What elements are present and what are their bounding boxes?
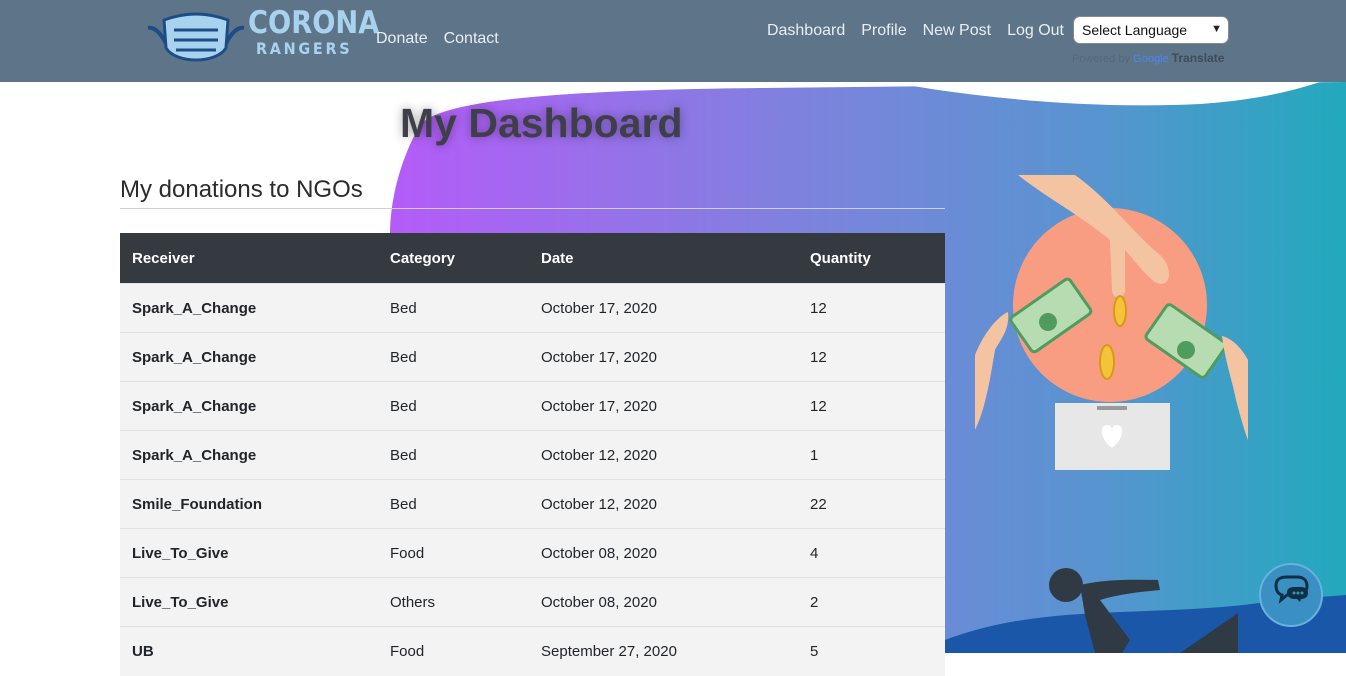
page-title: My Dashboard [400,100,683,146]
donations-table: Receiver Category Date Quantity Spark_A_… [120,233,945,676]
table-row: Spark_A_Change Bed October 17, 2020 12 [120,283,945,333]
cell-date: October 08, 2020 [541,593,657,611]
top-navbar: CORONA RANGERS Donate Contact Dashboard … [0,0,1346,82]
nav-right-links: Dashboard Profile New Post Log Out [767,22,1064,40]
cell-date: October 08, 2020 [541,544,657,562]
table-row: Smile_Foundation Bed October 12, 2020 22 [120,479,945,529]
cell-category: Food [390,642,425,660]
cell-date: October 17, 2020 [541,348,657,366]
nav-link-new-post[interactable]: New Post [923,22,991,40]
chat-bubbles-icon [1274,575,1309,604]
cell-quantity: 5 [810,642,819,660]
table-row: Live_To_Give Others October 08, 2020 2 [120,577,945,627]
column-header-receiver: Receiver [132,249,195,267]
cell-date: October 17, 2020 [541,299,657,317]
cell-date: October 12, 2020 [541,446,657,464]
cell-date: October 17, 2020 [541,397,657,415]
language-select-value: Select Language [1082,22,1188,38]
translate-text: Translate [1171,51,1225,65]
section-title: My donations to NGOs [120,176,363,203]
cell-quantity: 12 [810,348,827,366]
powered-by-text: Powered by [1072,53,1131,65]
brand-line-2: RANGERS [256,39,353,58]
nav-link-log-out[interactable]: Log Out [1007,22,1064,40]
cell-receiver: Smile_Foundation [132,495,263,513]
cell-quantity: 1 [810,446,819,464]
google-logo[interactable]: Google [1133,53,1168,65]
cell-receiver: Spark_A_Change [132,446,257,464]
cell-date: October 12, 2020 [541,495,657,513]
nav-link-donate[interactable]: Donate [376,30,428,48]
chevron-down-icon: ▼ [1211,23,1222,35]
table-header-row: Receiver Category Date Quantity [120,233,945,284]
cell-receiver: Live_To_Give [132,544,229,562]
cell-quantity: 2 [810,593,819,611]
cell-category: Others [390,593,436,611]
nav-left-links: Donate Contact [376,30,499,48]
brand-line-1: CORONA [248,5,380,41]
column-header-quantity: Quantity [810,249,871,267]
cell-receiver: Live_To_Give [132,593,229,611]
nav-link-contact[interactable]: Contact [444,30,499,48]
cell-receiver: Spark_A_Change [132,299,257,317]
cell-category: Food [390,544,425,562]
table-row: Spark_A_Change Bed October 12, 2020 1 [120,430,945,480]
cell-receiver: UB [132,642,154,660]
cell-date: September 27, 2020 [541,642,677,660]
table-row: Live_To_Give Food October 08, 2020 4 [120,528,945,578]
cell-category: Bed [390,348,417,366]
cell-category: Bed [390,397,417,415]
nav-link-dashboard[interactable]: Dashboard [767,22,845,40]
table-row: Spark_A_Change Bed October 17, 2020 12 [120,332,945,382]
cell-quantity: 22 [810,495,827,513]
cell-quantity: 12 [810,397,827,415]
section-divider [120,208,945,209]
google-translate-attribution: Powered by Google Translate [1072,51,1224,65]
brand-name[interactable]: CORONA RANGERS [248,8,397,57]
cell-quantity: 12 [810,299,827,317]
table-row: Spark_A_Change Bed October 17, 2020 12 [120,381,945,431]
nav-link-profile[interactable]: Profile [861,22,906,40]
table-row: UB Food September 27, 2020 5 [120,626,945,676]
cell-receiver: Spark_A_Change [132,348,257,366]
language-select[interactable]: Select Language ▼ [1073,16,1229,44]
cell-quantity: 4 [810,544,819,562]
column-header-date: Date [541,249,574,267]
cell-category: Bed [390,299,417,317]
table-body: Spark_A_Change Bed October 17, 2020 12 Spark… [120,283,945,676]
cell-category: Bed [390,495,417,513]
cell-receiver: Spark_A_Change [132,397,257,415]
chat-button[interactable] [1259,563,1323,627]
cell-category: Bed [390,446,417,464]
column-header-category: Category [390,249,456,267]
